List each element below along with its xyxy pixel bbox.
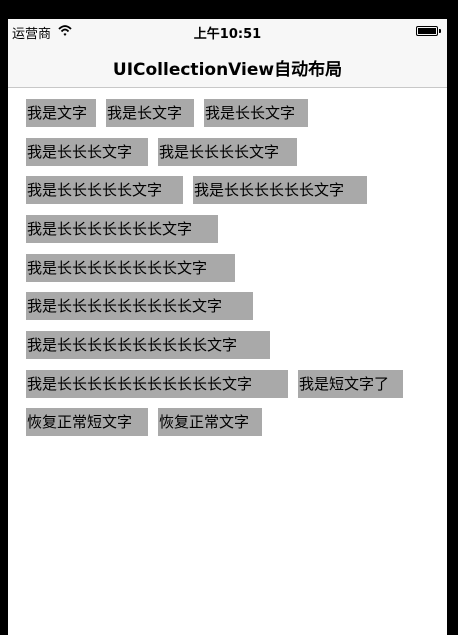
- collection-cell[interactable]: 恢复正常文字: [158, 408, 262, 436]
- collection-cell[interactable]: 我是长长长长长长长长长长文字: [26, 331, 270, 359]
- nav-title: UICollectionView自动布局: [112, 60, 343, 80]
- device-frame: 运营商 上午10:51 UICollectionView自动布局 我是文字 我是…: [0, 0, 458, 635]
- collection-cell[interactable]: 我是长长长长长长文字: [193, 176, 367, 204]
- collection-cell[interactable]: 我是长长长长长长长长长文字: [26, 292, 253, 320]
- collection-cell[interactable]: 我是长长长文字: [26, 138, 148, 166]
- collection-cell[interactable]: 我是长长长长长文字: [26, 176, 183, 204]
- status-time: 上午10:51: [193, 27, 262, 42]
- app-screen: 运营商 上午10:51 UICollectionView自动布局 我是文字 我是…: [8, 19, 447, 635]
- battery-tip: [439, 29, 441, 33]
- navigation-bar: UICollectionView自动布局: [8, 43, 447, 88]
- collection-cell[interactable]: 我是长长长长长长长长长长长文字: [26, 370, 288, 398]
- collection-cell[interactable]: 我是文字: [26, 99, 96, 127]
- collection-cell[interactable]: 我是短文字了: [298, 370, 403, 398]
- collection-cell[interactable]: 我是长长长长长长长文字: [26, 215, 218, 243]
- collection-cell[interactable]: 我是长长文字: [204, 99, 308, 127]
- collection-cell[interactable]: 我是长文字: [106, 99, 194, 127]
- collection-cell[interactable]: 我是长长长长文字: [158, 138, 297, 166]
- collection-cell[interactable]: 恢复正常短文字: [26, 408, 148, 436]
- battery-icon: [416, 26, 438, 36]
- status-bar: 运营商 上午10:51: [8, 19, 447, 43]
- collection-cell[interactable]: 我是长长长长长长长长文字: [26, 254, 235, 282]
